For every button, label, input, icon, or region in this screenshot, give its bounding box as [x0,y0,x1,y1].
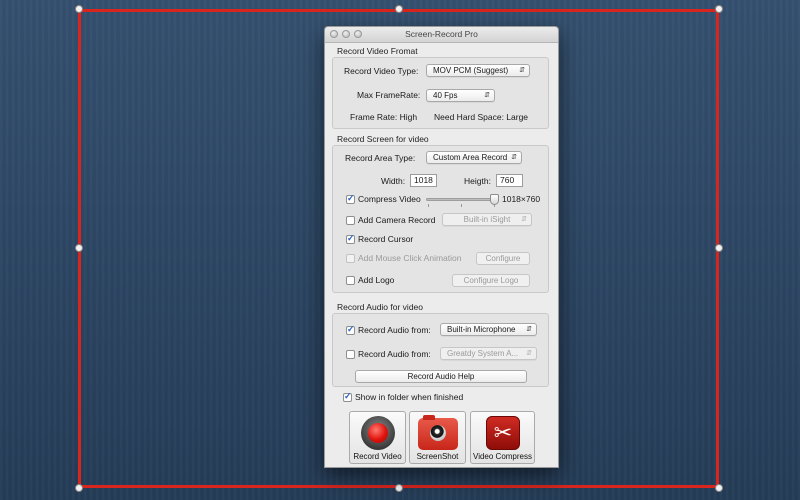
area-type-label: Record Area Type: [345,153,416,163]
slider-tick [428,204,429,207]
area-type-popup[interactable]: Custom Area Record ⇵ [426,151,522,164]
record-system-audio-checkbox[interactable] [346,350,355,359]
camera-source-value: Built-in iSight [463,215,511,224]
audio-section-title: Record Audio for video [337,302,423,312]
title-bar[interactable]: Screen-Record Pro [325,27,558,43]
resize-handle-top-right[interactable] [715,5,723,13]
mouse-click-animation-checkbox[interactable] [346,254,355,263]
record-mic-checkbox[interactable] [346,324,355,335]
resize-handle-bottom-left[interactable] [75,484,83,492]
camera-source-popup[interactable]: Built-in iSight ⇵ [442,213,532,226]
mic-source-value: Built-in Microphone [447,325,516,334]
compress-video-label: Compress Video [358,194,421,204]
record-system-audio-label: Record Audio from: [358,349,431,359]
video-format-section-title: Record Video Fromat [337,46,418,56]
slider-tick [461,204,462,207]
video-type-label: Record Video Type: [344,66,419,76]
resize-handle-middle-left[interactable] [75,244,83,252]
height-field[interactable]: 760 [496,174,523,187]
compress-slider-thumb[interactable] [490,194,499,205]
configure-animation-button[interactable]: Configure [476,252,530,265]
resize-handle-bottom-right[interactable] [715,484,723,492]
configure-logo-button[interactable]: Configure Logo [452,274,530,287]
mouse-click-animation-label: Add Mouse Click Animation [358,253,462,263]
resize-handle-top-middle[interactable] [395,5,403,13]
camera-record-label: Add Camera Record [358,215,436,225]
frame-rate-info: Frame Rate: High [350,112,418,122]
height-label: Heigth: [464,176,491,186]
add-logo-label: Add Logo [358,275,395,285]
popup-arrows-icon: ⇵ [511,154,517,161]
system-audio-source-popup[interactable]: Greatdy System A... ⇵ [440,347,537,360]
resize-handle-bottom-middle[interactable] [395,484,403,492]
resize-handle-middle-right[interactable] [715,244,723,252]
compress-size-label: 1018×760 [502,194,541,204]
framerate-label: Max FrameRate: [357,90,421,100]
screenshot-button[interactable]: ScreenShot [409,411,466,464]
show-in-folder-checkbox[interactable] [343,391,352,402]
system-audio-source-value: Greatdy System A... [447,349,519,358]
width-label: Width: [381,176,406,186]
record-cursor-label: Record Cursor [358,234,414,244]
video-type-popup[interactable]: MOV PCM (Suggest) ⇵ [426,64,530,77]
hard-space-info: Need Hard Space: Large [434,112,529,122]
window-title: Screen-Record Pro [405,29,478,39]
mic-source-popup[interactable]: Built-in Microphone ⇵ [440,323,537,336]
show-in-folder-label: Show in folder when finished [355,392,464,402]
popup-arrows-icon: ⇵ [519,67,525,74]
screen-section-title: Record Screen for video [337,134,429,144]
video-compress-label: Video Compress [473,452,532,461]
framerate-popup[interactable]: 40 Fps ⇵ [426,89,495,102]
area-type-value: Custom Area Record [433,153,508,162]
popup-arrows-icon: ⇵ [521,216,527,223]
record-icon [361,416,395,450]
record-audio-help-button[interactable]: Record Audio Help [355,370,527,383]
camera-record-checkbox[interactable] [346,216,355,225]
width-field[interactable]: 1018 [410,174,437,187]
video-compress-button[interactable]: ✂ Video Compress [470,411,535,464]
resize-handle-top-left[interactable] [75,5,83,13]
record-cursor-checkbox[interactable] [346,233,355,244]
compress-slider-track[interactable] [426,198,498,201]
record-mic-label: Record Audio from: [358,325,431,335]
popup-arrows-icon: ⇵ [484,92,490,99]
screenshot-label: ScreenShot [416,452,459,461]
record-video-label: Record Video [353,452,402,461]
add-logo-checkbox[interactable] [346,276,355,285]
compress-video-checkbox[interactable] [346,193,355,204]
popup-arrows-icon: ⇵ [526,326,532,333]
video-type-value: MOV PCM (Suggest) [433,66,509,75]
record-video-button[interactable]: Record Video [349,411,406,464]
framerate-value: 40 Fps [433,91,458,100]
camera-icon [418,415,458,450]
scissors-icon: ✂ [486,416,520,450]
popup-arrows-icon: ⇵ [526,350,532,357]
